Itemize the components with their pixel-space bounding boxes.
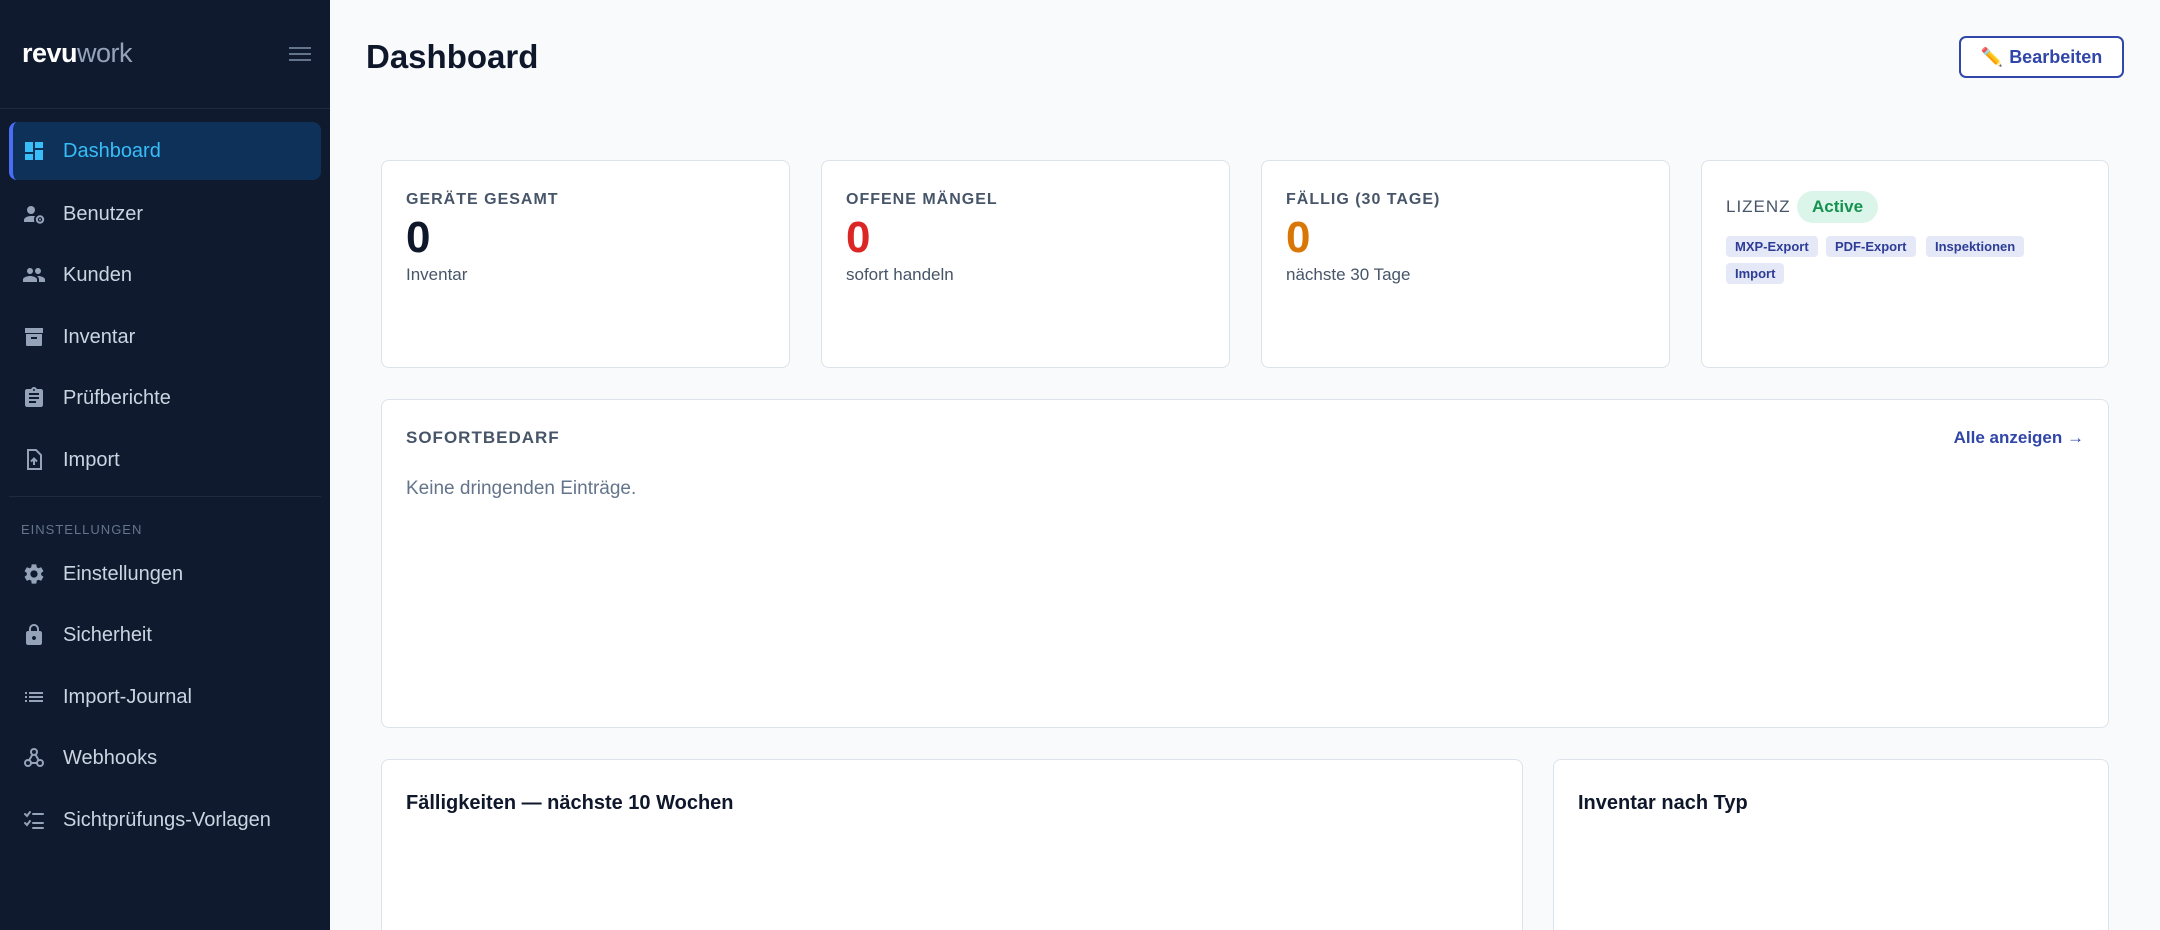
brand-logo-part1: revu <box>22 38 78 68</box>
sidebar-item-label: Webhooks <box>63 746 158 769</box>
sidebar-item-label: Kunden <box>63 263 132 286</box>
urgent-card: SOFORTBEDARF Alle anzeigen → Keine dring… <box>381 399 2109 728</box>
sidebar-item-sicherheit[interactable]: Sicherheit <box>9 606 321 664</box>
empty-state-text: Keine dringenden Einträge. <box>406 478 637 499</box>
feature-tag: Import <box>1726 263 1785 284</box>
due-chart-panel: Fälligkeiten — nächste 10 Wochen <box>381 759 1523 930</box>
sidebar-divider <box>0 108 330 109</box>
brand-logo[interactable]: revuwork <box>22 38 133 69</box>
gear-icon <box>21 561 47 587</box>
stat-label: FÄLLIG (30 TAGE) <box>1286 191 1441 208</box>
sidebar-item-label: Inventar <box>63 325 136 348</box>
stat-label: GERÄTE GESAMT <box>406 191 559 208</box>
panel-title: Fälligkeiten — nächste 10 Wochen <box>406 792 734 814</box>
webhook-icon <box>21 745 47 771</box>
sidebar-item-label: Dashboard <box>63 139 161 162</box>
sidebar-item-dashboard[interactable]: Dashboard <box>9 122 321 180</box>
list-icon <box>21 684 47 710</box>
edit-button-label: Bearbeiten <box>2009 46 2103 67</box>
feature-tag: PDF-Export <box>1826 236 1916 257</box>
page-title: Dashboard <box>366 38 539 75</box>
show-all-link[interactable]: Alle anzeigen → <box>1954 428 2084 448</box>
sidebar-item-label: Sicherheit <box>63 623 152 646</box>
file-upload-icon <box>21 447 47 473</box>
pencil-icon: ✏️ <box>1980 46 2004 67</box>
people-icon <box>21 262 47 288</box>
stat-value: 0 <box>1286 213 1311 262</box>
sidebar-item-benutzer[interactable]: Benutzer <box>9 185 321 243</box>
clipboard-icon <box>21 385 47 411</box>
archive-icon <box>21 324 47 350</box>
sidebar-item-import-journal[interactable]: Import-Journal <box>9 668 321 726</box>
user-gear-icon <box>21 201 47 227</box>
stat-subtitle: Inventar <box>406 265 468 284</box>
edit-button[interactable]: ✏️ Bearbeiten <box>1959 36 2124 78</box>
sidebar-item-import[interactable]: Import <box>9 431 321 489</box>
stat-card-defects: OFFENE MÄNGEL 0 sofort handeln <box>821 160 1230 368</box>
stat-card-due: FÄLLIG (30 TAGE) 0 nächste 30 Tage <box>1261 160 1670 368</box>
sidebar-item-sichtpruefungs-vorlagen[interactable]: Sichtprüfungs-Vorlagen <box>9 791 321 849</box>
sidebar-item-label: Einstellungen <box>63 562 184 585</box>
license-card: LIZENZ Active MXP-Export PDF-Export Insp… <box>1701 160 2109 368</box>
sidebar-item-webhooks[interactable]: Webhooks <box>9 729 321 787</box>
sidebar-item-inventar[interactable]: Inventar <box>9 308 321 366</box>
sidebar-item-einstellungen[interactable]: Einstellungen <box>9 545 321 603</box>
stat-value: 0 <box>846 213 871 262</box>
stat-subtitle: nächste 30 Tage <box>1286 265 1411 284</box>
inventory-chart-panel: Inventar nach Typ <box>1553 759 2109 930</box>
stat-subtitle: sofort handeln <box>846 265 954 284</box>
hamburger-menu-icon[interactable] <box>288 44 312 64</box>
checklist-icon <box>21 807 47 833</box>
panel-title: Inventar nach Typ <box>1578 792 1748 814</box>
feature-tag: Inspektionen <box>1926 236 2025 257</box>
stat-card-devices: GERÄTE GESAMT 0 Inventar <box>381 160 790 368</box>
feature-tag: MXP-Export <box>1726 236 1818 257</box>
sidebar-item-pruefberichte[interactable]: Prüfberichte <box>9 369 321 427</box>
sidebar-item-label: Benutzer <box>63 202 144 225</box>
sidebar-item-label: Import-Journal <box>63 685 192 708</box>
brand-logo-part2: work <box>77 38 133 68</box>
sidebar: revuwork Dashboard Benutzer Kunden Inven… <box>0 0 330 930</box>
sidebar-item-label: Prüfberichte <box>63 386 171 409</box>
sidebar-section-label: EINSTELLUNGEN <box>21 522 143 537</box>
sidebar-item-label: Sichtprüfungs-Vorlagen <box>63 808 271 831</box>
stat-value: 0 <box>406 213 431 262</box>
section-title: SOFORTBEDARF <box>406 428 560 447</box>
dashboard-icon <box>21 138 47 164</box>
stat-label: OFFENE MÄNGEL <box>846 191 998 208</box>
status-badge: Active <box>1797 191 1879 223</box>
license-label: LIZENZ <box>1726 197 1791 216</box>
sidebar-item-label: Import <box>63 448 120 471</box>
lock-icon <box>21 622 47 648</box>
sidebar-divider <box>9 496 321 497</box>
sidebar-item-kunden[interactable]: Kunden <box>9 246 321 304</box>
